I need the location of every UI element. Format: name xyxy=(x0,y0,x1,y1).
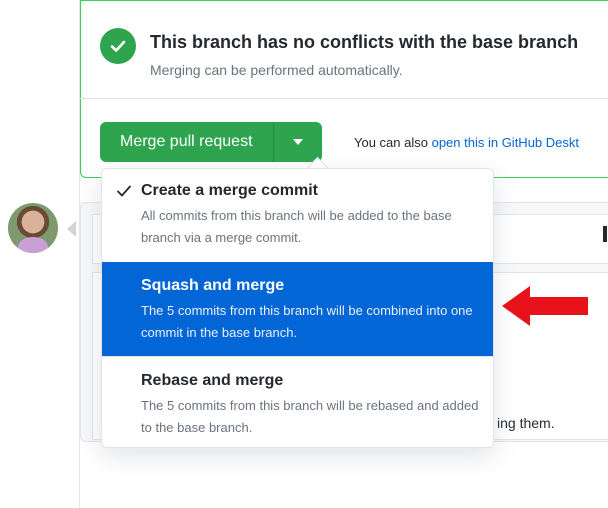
menu-item-title: Squash and merge xyxy=(141,277,285,294)
open-in-desktop-link[interactable]: open this in GitHub Deskt xyxy=(432,135,579,150)
red-arrow-annotation-icon xyxy=(502,286,588,326)
comment-caret xyxy=(67,221,76,237)
menu-item-description: All commits from this branch will be add… xyxy=(141,208,452,245)
menu-item-rebase-and-merge[interactable]: Rebase and merge The 5 commits from this… xyxy=(102,356,493,448)
open-in-desktop-text: You can also open this in GitHub Deskt xyxy=(354,135,579,150)
merge-pull-request-button[interactable]: Merge pull request xyxy=(100,122,273,162)
menu-item-description: The 5 commits from this branch will be r… xyxy=(141,398,479,435)
menu-item-title: Rebase and merge xyxy=(141,372,284,389)
comment-card-mark xyxy=(603,226,607,242)
menu-item-squash-and-merge[interactable]: Squash and merge The 5 commits from this… xyxy=(102,262,493,356)
avatar[interactable] xyxy=(8,203,58,253)
merge-box-divider xyxy=(80,98,608,99)
menu-item-create-merge-commit[interactable]: Create a merge commit All commits from t… xyxy=(102,181,493,265)
triangle-down-icon xyxy=(292,139,303,145)
merge-method-menu: Create a merge commit All commits from t… xyxy=(101,168,494,448)
comment-card-text: ing them. xyxy=(497,415,555,431)
also-prefix: You can also xyxy=(354,135,432,150)
check-circle-icon xyxy=(100,28,136,64)
menu-item-description: The 5 commits from this branch will be c… xyxy=(141,303,473,340)
merge-method-dropdown-button[interactable] xyxy=(274,122,322,162)
merge-status-title: This branch has no conflicts with the ba… xyxy=(150,32,579,52)
merge-button-group: Merge pull request xyxy=(100,122,322,162)
menu-item-title: Create a merge commit xyxy=(141,182,318,199)
avatar-shirt xyxy=(18,237,48,253)
merge-status-subtitle: Merging can be performed automatically. xyxy=(150,62,403,78)
check-icon xyxy=(117,185,131,197)
